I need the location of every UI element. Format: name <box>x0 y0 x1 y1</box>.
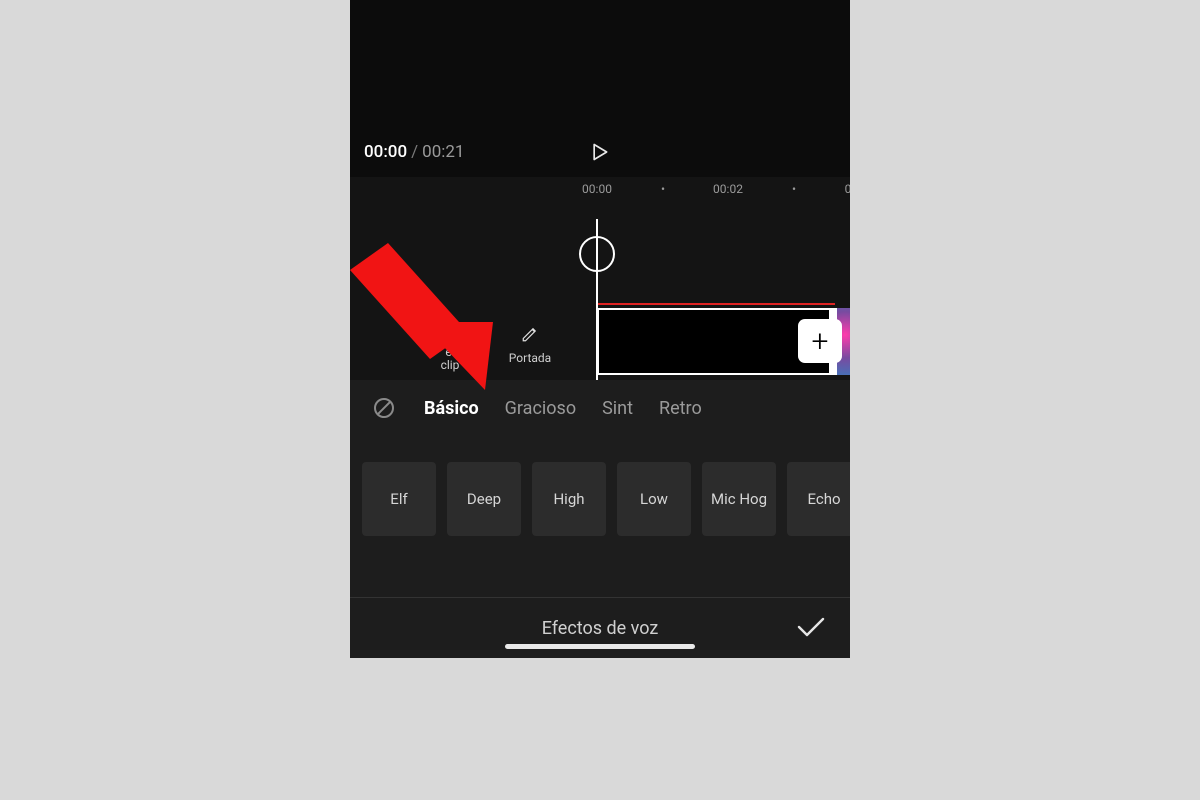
ruler-dot: • <box>792 182 796 196</box>
transport-bar: 00:00 / 00:21 <box>350 129 850 175</box>
phone-frame: 00:00 / 00:21 00:00 • 00:02 • 0 el clip <box>350 0 850 658</box>
time-current: 00:00 <box>364 142 407 162</box>
preset-echo[interactable]: Echo <box>787 462 850 536</box>
video-preview: 00:00 / 00:21 <box>350 0 850 177</box>
playhead-line <box>596 219 598 380</box>
home-indicator <box>505 644 695 649</box>
preset-mic-hog[interactable]: Mic Hog <box>702 462 776 536</box>
ruler-tick: 00:02 <box>713 182 743 196</box>
ruler-tick: 00:00 <box>582 182 612 196</box>
clip-marker <box>597 303 835 305</box>
preset-low[interactable]: Low <box>617 462 691 536</box>
cover-tool-label: Portada <box>495 352 565 365</box>
preset-elf[interactable]: Elf <box>362 462 436 536</box>
plus-icon: + <box>812 324 829 359</box>
play-icon <box>590 141 610 163</box>
cover-tool-button[interactable]: Portada <box>495 322 565 365</box>
clip-tool-button[interactable]: el clip <box>415 322 485 372</box>
voice-effects-panel: Básico Gracioso Sint Retro Elf Deep High… <box>350 380 850 658</box>
preset-deep[interactable]: Deep <box>447 462 521 536</box>
time-total: 00:21 <box>422 142 464 162</box>
voice-preset-list: Elf Deep High Low Mic Hog Echo <box>362 462 850 536</box>
add-clip-button[interactable]: + <box>798 319 842 363</box>
no-effect-button[interactable] <box>370 394 398 422</box>
clip-tool-label-1: el <box>445 345 454 359</box>
clip-tool-label-2: clip <box>441 358 460 372</box>
tab-basico[interactable]: Básico <box>424 398 479 419</box>
ruler-tick: 0 <box>845 182 850 196</box>
effect-category-tabs: Básico Gracioso Sint Retro <box>350 394 850 422</box>
check-icon <box>796 616 826 640</box>
pencil-icon <box>495 322 565 346</box>
tab-sint[interactable]: Sint <box>602 398 633 419</box>
confirm-button[interactable] <box>796 616 826 640</box>
timeline[interactable]: 00:00 • 00:02 • 0 el clip Portada + <box>350 177 850 380</box>
none-icon <box>372 396 396 420</box>
time-ruler: 00:00 • 00:02 • 0 <box>350 182 850 202</box>
tab-gracioso[interactable]: Gracioso <box>505 398 576 419</box>
tab-retro[interactable]: Retro <box>659 398 702 419</box>
time-separator: / <box>407 142 422 162</box>
panel-title: Efectos de voz <box>542 618 659 639</box>
ruler-dot: • <box>661 182 665 196</box>
preset-high[interactable]: High <box>532 462 606 536</box>
play-button[interactable] <box>587 139 613 165</box>
